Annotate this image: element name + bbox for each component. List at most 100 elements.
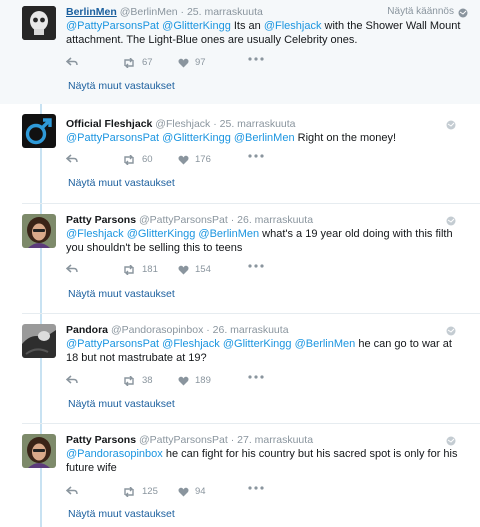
show-more-replies-link[interactable]: Näytä muut vastaukset xyxy=(68,288,175,300)
heart-icon xyxy=(178,265,189,274)
timestamp[interactable]: · 25. marraskuuta xyxy=(213,118,295,130)
handle[interactable]: @PattyParsonsPat xyxy=(139,434,228,446)
retweet-button[interactable]: 60 xyxy=(122,154,153,165)
translate-link[interactable]: Näytä käännös xyxy=(387,6,454,17)
retweet-count: 67 xyxy=(142,57,153,68)
display-name[interactable]: Patty Parsons xyxy=(66,434,136,446)
heart-icon xyxy=(178,58,189,67)
mention-link[interactable]: @PattyParsonsPat xyxy=(66,132,159,144)
mention-link[interactable]: @BerlinMen xyxy=(198,228,259,240)
retweet-count: 60 xyxy=(142,154,153,165)
tweet[interactable]: Official Fleshjack @Fleshjack · 25. marr… xyxy=(0,104,480,204)
display-name[interactable]: BerlinMen xyxy=(66,6,117,18)
mention-link[interactable]: @PattyParsonsPat xyxy=(66,20,159,32)
more-dots-icon xyxy=(248,486,264,490)
like-button[interactable]: 94 xyxy=(178,486,206,497)
timestamp[interactable]: · 26. marraskuuta xyxy=(231,214,313,226)
more-options-button[interactable] xyxy=(248,57,264,61)
avatar[interactable] xyxy=(22,434,56,468)
timestamp[interactable]: · 27. marraskuuta xyxy=(231,434,313,446)
retweet-count: 125 xyxy=(142,486,158,497)
reply-button[interactable] xyxy=(66,486,78,496)
tweet-text: @Pandorasopinbox he can fight for his co… xyxy=(66,448,466,475)
tweet-text: @PattyParsonsPat @GlitterKingg Its an @F… xyxy=(66,20,466,47)
heart-icon xyxy=(178,376,189,385)
retweet-button[interactable]: 38 xyxy=(122,375,153,386)
more-options-button[interactable] xyxy=(248,486,264,490)
globe-icon xyxy=(446,436,456,446)
tweet-text: @PattyParsonsPat @Fleshjack @GlitterKing… xyxy=(66,338,466,365)
handle[interactable]: @PattyParsonsPat xyxy=(139,214,228,226)
retweet-button[interactable]: 181 xyxy=(122,264,158,275)
mention-link[interactable]: @Pandorasopinbox xyxy=(66,448,163,460)
heart-icon xyxy=(178,487,189,496)
mention-link[interactable]: @Fleshjack xyxy=(264,20,322,32)
more-dots-icon xyxy=(248,154,264,158)
mention-link[interactable]: @GlitterKingg xyxy=(162,132,231,144)
like-count: 176 xyxy=(195,154,211,165)
like-button[interactable]: 97 xyxy=(178,57,206,68)
mention-link[interactable]: @BerlinMen xyxy=(295,338,356,350)
retweet-button[interactable]: 125 xyxy=(122,486,158,497)
like-count: 97 xyxy=(195,57,206,68)
mention-link[interactable]: @BerlinMen xyxy=(234,132,295,144)
mention-link[interactable]: @Fleshjack xyxy=(66,228,124,240)
avatar[interactable] xyxy=(22,6,56,40)
mention-link[interactable]: @GlitterKingg xyxy=(223,338,292,350)
timestamp[interactable]: · 25. marraskuuta xyxy=(181,6,263,18)
timestamp[interactable]: · 26. marraskuuta xyxy=(206,324,288,336)
mention-link[interactable]: @GlitterKingg xyxy=(127,228,196,240)
reply-icon xyxy=(66,264,78,273)
reply-icon xyxy=(66,57,78,66)
heart-icon xyxy=(178,155,189,164)
tweet-text: @Fleshjack @GlitterKingg @BerlinMen what… xyxy=(66,228,466,255)
display-name[interactable]: Pandora xyxy=(66,324,108,336)
tweet-actions: 67 97 xyxy=(66,57,326,71)
globe-icon xyxy=(446,326,456,336)
avatar[interactable] xyxy=(22,324,56,358)
reply-icon xyxy=(66,486,78,495)
reply-button[interactable] xyxy=(66,57,78,67)
retweet-button[interactable]: 67 xyxy=(122,57,153,68)
globe-icon xyxy=(446,120,456,130)
tweet[interactable]: Patty Parsons @PattyParsonsPat · 26. mar… xyxy=(0,204,480,314)
display-name[interactable]: Patty Parsons xyxy=(66,214,136,226)
retweet-icon xyxy=(124,486,134,497)
like-button[interactable]: 154 xyxy=(178,264,211,275)
retweet-icon xyxy=(124,57,134,68)
mention-link[interactable]: @Fleshjack xyxy=(162,338,220,350)
retweet-icon xyxy=(124,264,134,275)
tweet-text-segment: Its an xyxy=(230,20,264,32)
mention-link[interactable]: @GlitterKingg xyxy=(162,20,231,32)
handle[interactable]: @BerlinMen xyxy=(120,6,178,18)
tweet[interactable]: Patty Parsons @PattyParsonsPat · 27. mar… xyxy=(0,424,480,527)
globe-icon xyxy=(458,8,468,18)
reply-button[interactable] xyxy=(66,375,78,385)
tweet[interactable]: Pandora @Pandorasopinbox · 26. marraskuu… xyxy=(0,314,480,424)
mention-link[interactable]: @PattyParsonsPat xyxy=(66,338,159,350)
handle[interactable]: @Pandorasopinbox xyxy=(111,324,203,336)
like-count: 189 xyxy=(195,375,211,386)
more-options-button[interactable] xyxy=(248,264,264,268)
avatar[interactable] xyxy=(22,214,56,248)
tweet-actions: 125 94 xyxy=(66,486,326,500)
retweet-icon xyxy=(124,375,134,386)
like-button[interactable]: 189 xyxy=(178,375,211,386)
show-more-replies-link[interactable]: Näytä muut vastaukset xyxy=(68,80,175,92)
handle[interactable]: @Fleshjack xyxy=(155,118,210,130)
more-options-button[interactable] xyxy=(248,375,264,379)
tweet[interactable]: BerlinMen @BerlinMen · 25. marraskuuta N… xyxy=(0,0,480,104)
reply-icon xyxy=(66,154,78,163)
avatar[interactable] xyxy=(22,114,56,148)
retweet-icon xyxy=(124,154,134,165)
show-more-replies-link[interactable]: Näytä muut vastaukset xyxy=(68,508,175,520)
show-more-replies-link[interactable]: Näytä muut vastaukset xyxy=(68,177,175,189)
reply-button[interactable] xyxy=(66,154,78,164)
like-button[interactable]: 176 xyxy=(178,154,211,165)
show-more-replies-link[interactable]: Näytä muut vastaukset xyxy=(68,398,175,410)
tweet-text-segment: Right on the money! xyxy=(294,132,397,144)
like-count: 94 xyxy=(195,486,206,497)
more-options-button[interactable] xyxy=(248,154,264,158)
reply-button[interactable] xyxy=(66,264,78,274)
display-name[interactable]: Official Fleshjack xyxy=(66,118,152,130)
